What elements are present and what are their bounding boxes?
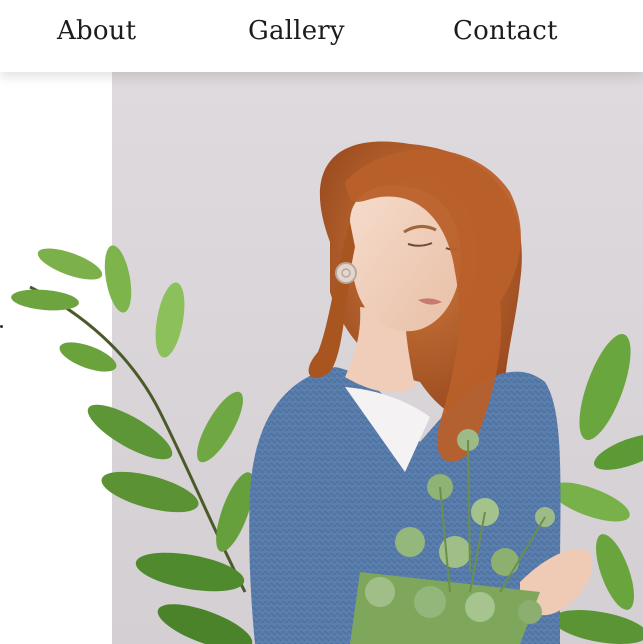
top-navigation: About Gallery Contact	[0, 0, 643, 72]
page: About Gallery Contact	[0, 0, 643, 644]
nav-link-gallery[interactable]: Gallery	[248, 14, 345, 48]
nav-link-contact[interactable]: Contact	[453, 14, 558, 48]
model-with-plants-image	[11, 72, 643, 644]
hero-photo	[0, 72, 643, 644]
earring	[335, 262, 357, 284]
nav-link-about[interactable]: About	[57, 14, 136, 48]
